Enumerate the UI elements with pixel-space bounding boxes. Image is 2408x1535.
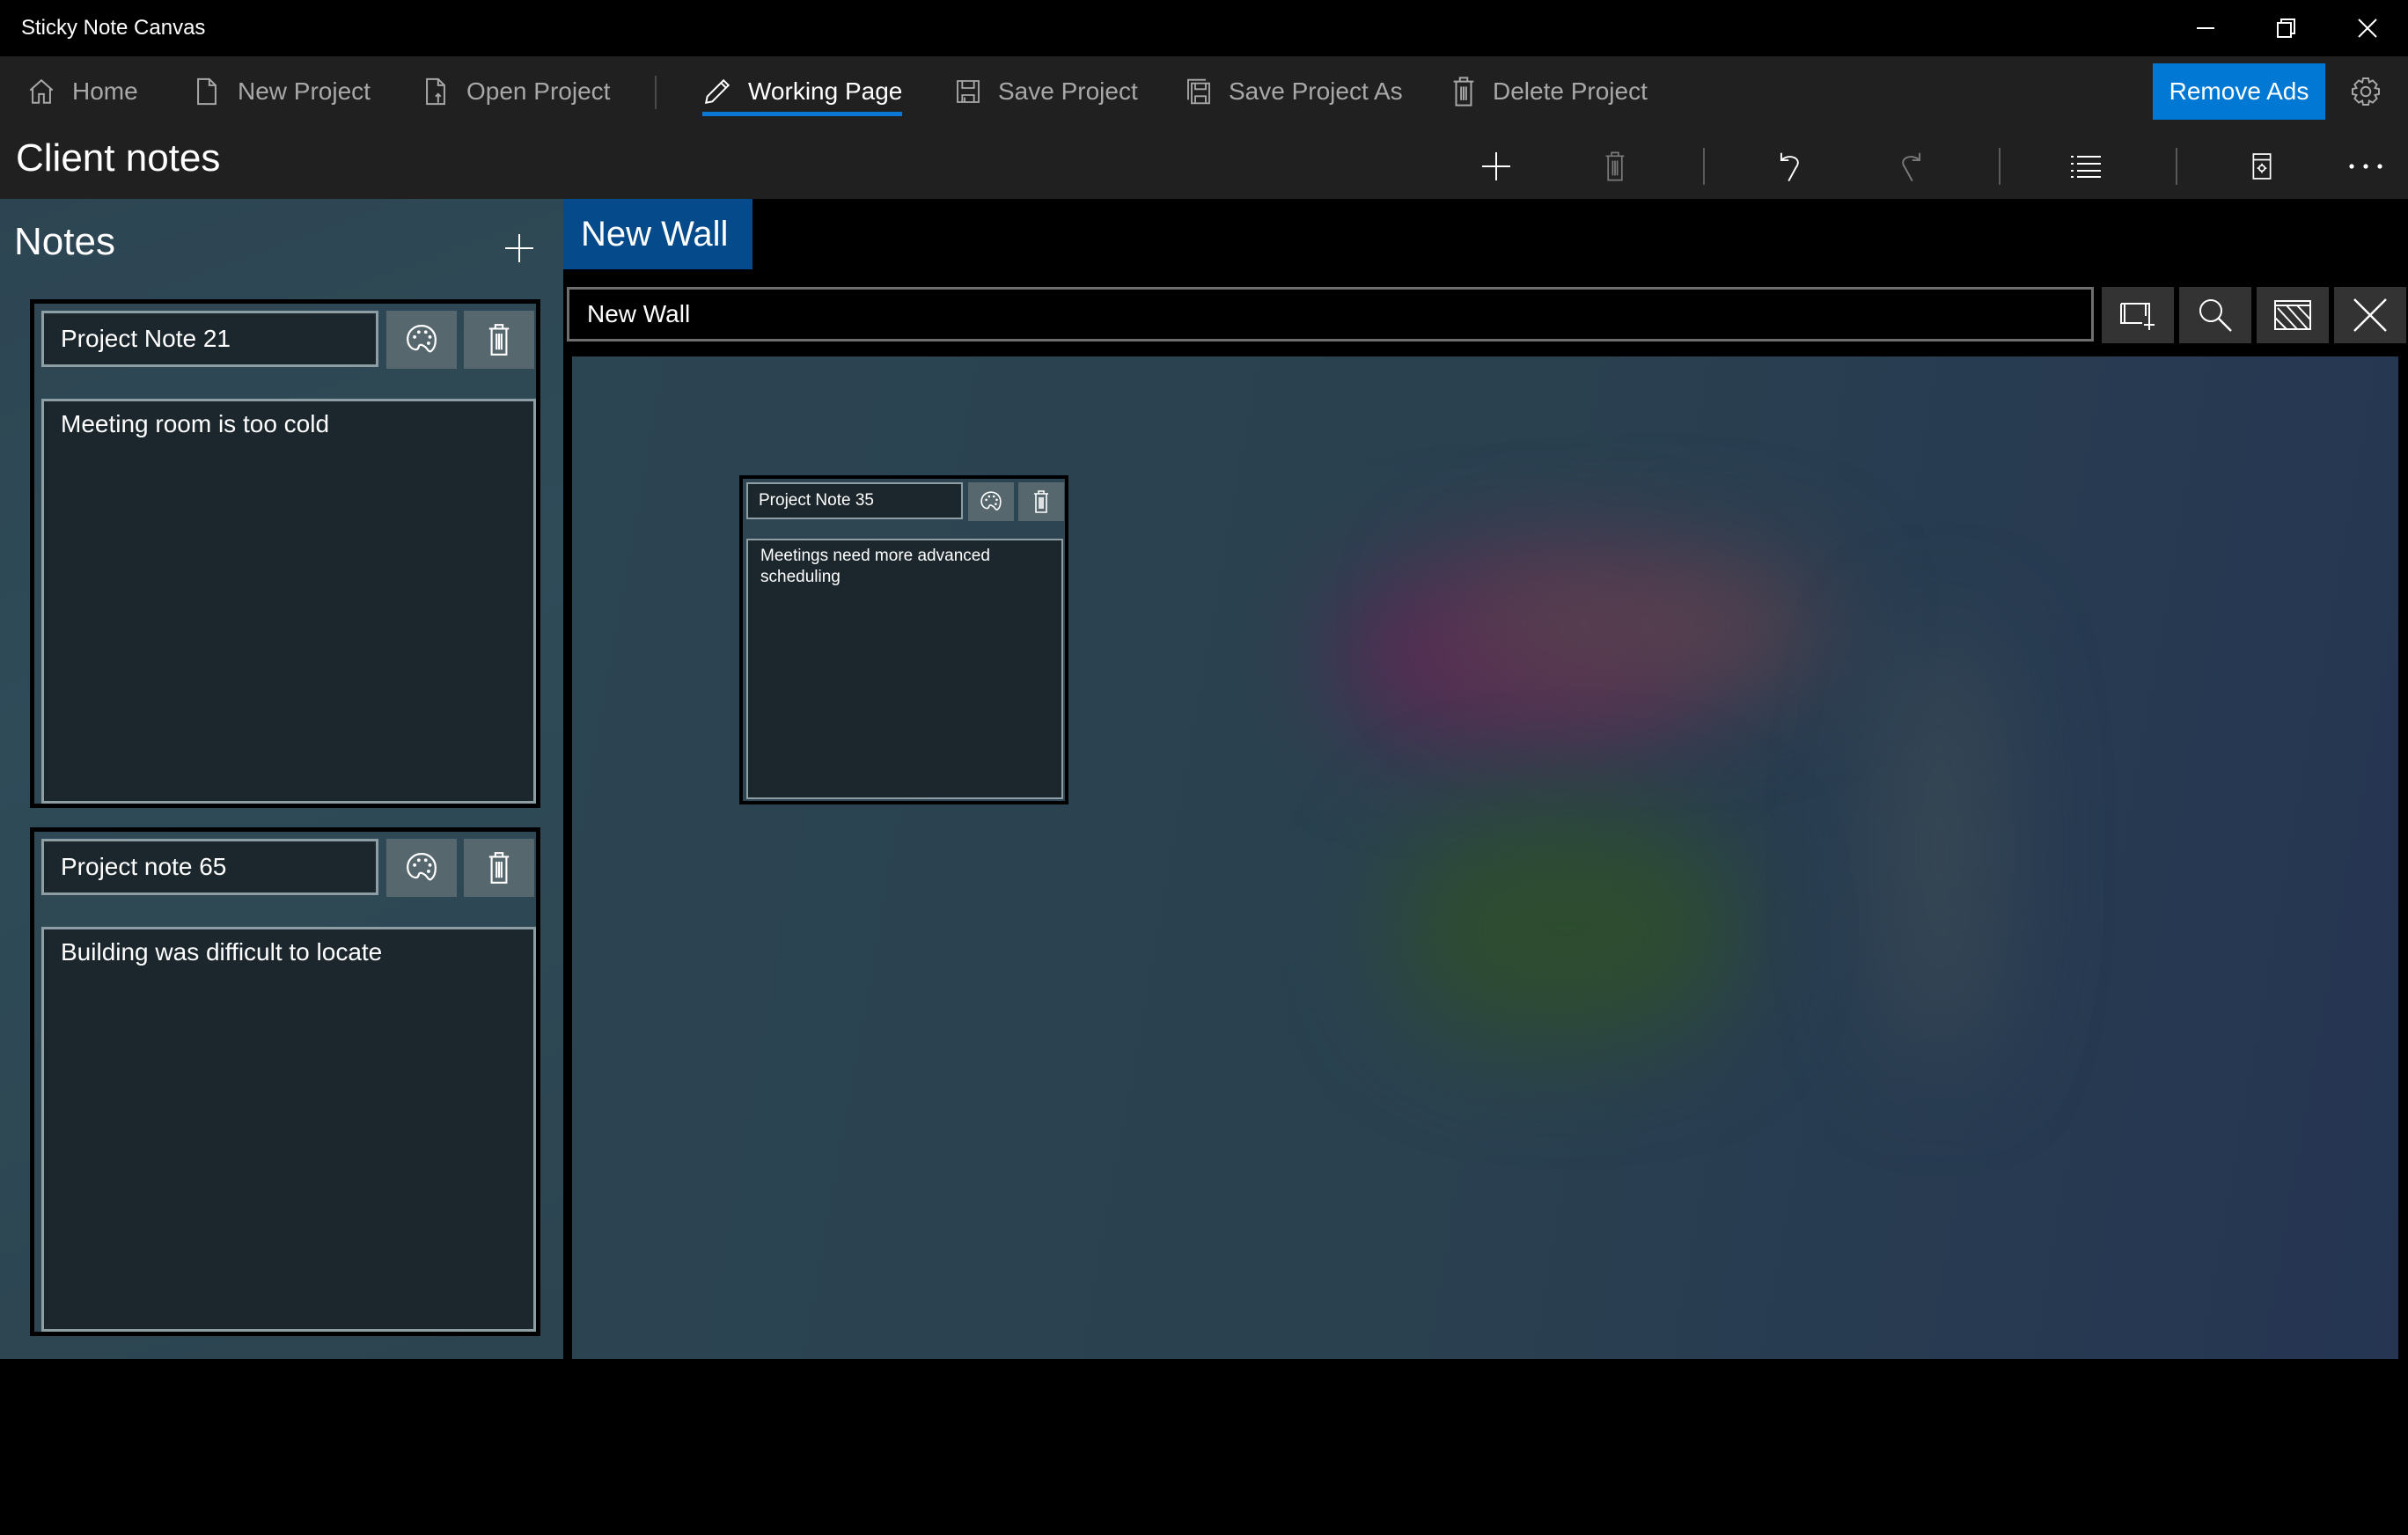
add-frame-button[interactable] xyxy=(2102,287,2174,343)
more-button[interactable] xyxy=(2331,134,2401,199)
redo-button[interactable] xyxy=(1875,134,1945,199)
nav-open-project-label: Open Project xyxy=(466,77,611,105)
command-separator xyxy=(1999,148,2001,185)
minimize-icon xyxy=(2197,27,2214,29)
nav-delete-project-label: Delete Project xyxy=(1493,77,1648,105)
save-icon xyxy=(957,80,980,103)
note-color-button[interactable] xyxy=(968,482,1014,521)
note-title-input[interactable]: Project Note 21 xyxy=(41,311,378,367)
plus-icon xyxy=(505,234,533,262)
app-title: Sticky Note Canvas xyxy=(21,16,206,40)
palette-icon xyxy=(407,325,437,353)
trash-icon xyxy=(488,324,510,356)
add-frame-icon xyxy=(2120,303,2155,330)
nav-new-project[interactable]: New Project xyxy=(192,56,371,127)
restore-button[interactable] xyxy=(2246,0,2327,56)
list-view-button[interactable] xyxy=(2051,134,2121,199)
add-note-button[interactable] xyxy=(489,222,549,275)
note-body-textarea[interactable]: Meeting room is too cold xyxy=(41,399,536,804)
wall-note-card[interactable]: Project Note 35 Meetings need more advan… xyxy=(739,475,1068,804)
note-color-button[interactable] xyxy=(386,311,457,369)
nav-delete-project[interactable]: Delete Project xyxy=(1450,56,1648,127)
palette-icon xyxy=(980,491,1002,510)
undo-button[interactable] xyxy=(1756,134,1826,199)
restore-icon xyxy=(2277,18,2295,38)
nav-save-project[interactable]: Save Project xyxy=(954,56,1138,127)
notes-heading: Notes xyxy=(14,220,115,263)
list-icon xyxy=(2071,156,2101,178)
note-color-button[interactable] xyxy=(386,839,457,897)
page-title: Client notes xyxy=(16,136,221,180)
note-title-input[interactable]: Project Note 35 xyxy=(746,482,963,519)
gear-icon xyxy=(2352,77,2380,106)
note-card[interactable]: Project Note 21 Meeting room is too cold xyxy=(30,299,540,808)
nav-save-project-as-label: Save Project As xyxy=(1229,77,1403,105)
note-title-input[interactable]: Project note 65 xyxy=(41,839,378,895)
wall-tab[interactable]: New Wall xyxy=(563,199,752,269)
undo-icon xyxy=(1780,152,1799,182)
search-button[interactable] xyxy=(2179,287,2251,343)
nav-new-project-label: New Project xyxy=(238,77,371,105)
close-window-button[interactable] xyxy=(2327,0,2408,56)
nav-working-page[interactable]: Working Page xyxy=(702,56,903,127)
page-header xyxy=(0,134,2408,199)
delete-command-button[interactable] xyxy=(1580,134,1650,199)
active-tab-indicator xyxy=(702,112,903,116)
add-command-button[interactable] xyxy=(1461,134,1531,199)
save-as-icon xyxy=(1187,78,1210,105)
note-body-textarea[interactable]: Meetings need more advanced scheduling xyxy=(746,539,1063,799)
wall-background-shape xyxy=(1892,638,1989,1061)
trash-icon xyxy=(488,852,510,884)
close-wall-button[interactable] xyxy=(2334,287,2406,343)
note-delete-button[interactable] xyxy=(464,311,534,369)
note-body-textarea[interactable]: Building was difficult to locate xyxy=(41,927,536,1332)
command-separator xyxy=(1703,148,1705,185)
trash-icon xyxy=(1453,77,1474,106)
wall-background-button[interactable] xyxy=(2257,287,2329,343)
hatch-pattern-icon xyxy=(2274,300,2311,330)
wall-name-input[interactable] xyxy=(567,287,2094,342)
nav-separator xyxy=(655,76,657,109)
page-settings-button[interactable] xyxy=(2227,134,2297,199)
new-document-icon xyxy=(197,77,217,106)
title-bar xyxy=(0,0,2408,56)
palette-icon xyxy=(407,853,437,881)
home-icon xyxy=(29,78,54,104)
settings-button[interactable] xyxy=(2341,67,2390,116)
nav-home-label: Home xyxy=(72,77,138,105)
pencil-icon xyxy=(704,78,730,105)
search-icon xyxy=(2199,299,2232,332)
wall-background-shape xyxy=(1399,814,1734,1043)
wall-canvas[interactable]: Project Note 35 Meetings need more advan… xyxy=(572,356,2398,1359)
page-settings-icon xyxy=(2252,153,2272,180)
nav-open-project[interactable]: Open Project xyxy=(421,56,610,127)
nav-working-page-label: Working Page xyxy=(748,77,903,105)
nav-home[interactable]: Home xyxy=(26,56,138,127)
more-icon xyxy=(2349,164,2382,169)
trash-icon xyxy=(1605,151,1625,181)
wall-background-shape xyxy=(1452,559,1822,691)
command-separator xyxy=(2176,148,2177,185)
close-icon xyxy=(2358,18,2377,38)
plus-icon xyxy=(1482,152,1510,180)
redo-icon xyxy=(1902,152,1921,182)
note-delete-button[interactable] xyxy=(464,839,534,897)
open-document-icon xyxy=(426,77,445,106)
trash-icon xyxy=(1034,490,1048,513)
note-delete-button[interactable] xyxy=(1018,482,1064,521)
remove-ads-button[interactable]: Remove Ads xyxy=(2153,63,2325,120)
close-icon xyxy=(2353,298,2387,332)
nav-save-project-label: Save Project xyxy=(998,77,1138,105)
minimize-button[interactable] xyxy=(2165,0,2246,56)
note-card[interactable]: Project note 65 Building was difficult t… xyxy=(30,827,540,1336)
nav-save-project-as[interactable]: Save Project As xyxy=(1185,56,1403,127)
